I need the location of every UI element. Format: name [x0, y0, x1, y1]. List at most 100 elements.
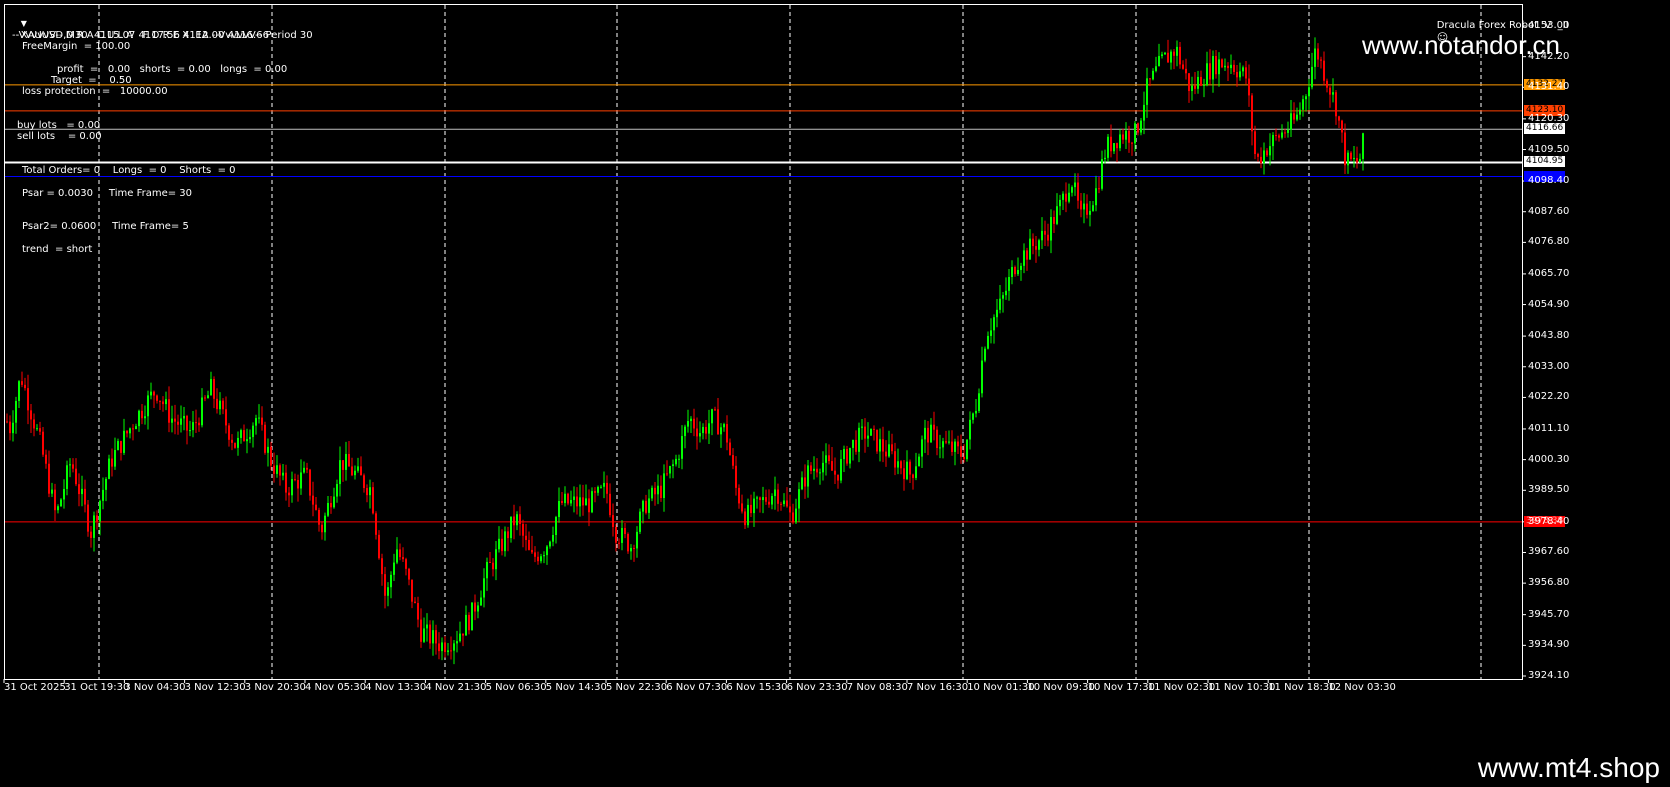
candle-body [882, 439, 884, 452]
candle-body [1122, 134, 1124, 140]
candle-body [315, 504, 317, 510]
candle-body [1212, 56, 1214, 80]
price-tick-label: 4131.40 [1528, 81, 1570, 93]
candle-body [165, 399, 167, 405]
candle-body [207, 395, 209, 399]
candle-body [816, 468, 818, 473]
candle-body [192, 422, 194, 431]
candle-body [1152, 70, 1154, 80]
candle-body [501, 538, 503, 552]
candle-body [864, 426, 866, 439]
candle-body [900, 461, 902, 469]
candle-body [1140, 120, 1142, 133]
candle-body [1173, 51, 1175, 56]
candle-body [1074, 182, 1076, 188]
candle-body [1164, 52, 1166, 55]
candle-body [786, 500, 788, 507]
candle-body [603, 482, 605, 487]
candle-body [996, 309, 998, 318]
price-tick-label: 4011.10 [1528, 422, 1570, 434]
candle-body [1179, 46, 1181, 65]
candle-body [234, 442, 236, 448]
candle-body [435, 630, 437, 644]
candle-body [1104, 157, 1106, 160]
candle-body [93, 515, 95, 538]
candle-body [1341, 120, 1343, 133]
time-label: 10 Nov 17:30 [1087, 682, 1156, 693]
candle-body [411, 579, 413, 602]
candle-body [216, 398, 218, 410]
candle-body [849, 447, 851, 464]
candle-body [1083, 203, 1085, 210]
candle-body [129, 428, 131, 434]
candle-body [462, 633, 464, 636]
time-label: 4 Nov 21:30 [425, 682, 487, 693]
candle-body [1089, 210, 1091, 215]
candle-body [150, 391, 152, 396]
candle-body [987, 335, 989, 349]
candle-body [543, 555, 545, 557]
candle-body [1134, 123, 1136, 144]
candle-body [267, 446, 269, 453]
candle-body [468, 614, 470, 631]
candle-body [105, 478, 107, 490]
candle-body [714, 409, 716, 411]
price-tick-label: 3945.70 [1528, 608, 1570, 620]
candle-body [15, 400, 17, 423]
time-label: 5 Nov 06:30 [485, 682, 547, 693]
candle-body [1305, 96, 1307, 100]
candle-body [576, 496, 578, 507]
candle-body [285, 472, 287, 493]
candle-body [72, 464, 74, 469]
candle-body [423, 628, 425, 642]
candle-body [726, 424, 728, 443]
chart-area[interactable]: ▼ XAUUSD,M30 4115.07 4117.56 4112.00 411… [0, 0, 1670, 748]
candle-body [798, 489, 800, 509]
candle-body [555, 517, 557, 535]
candle-body [399, 549, 401, 558]
candle-body [1035, 246, 1037, 250]
candle-body [327, 502, 329, 516]
dropdown-triangle-icon[interactable]: ▼ [21, 19, 27, 28]
candle-body [33, 419, 35, 429]
candle-body [351, 466, 353, 476]
candle-body [126, 430, 128, 434]
candle-body [75, 468, 77, 485]
candle-body [573, 496, 575, 500]
candle-body [318, 509, 320, 525]
candle-body [1224, 65, 1226, 68]
candle-body [756, 497, 758, 499]
candle-body [828, 455, 830, 462]
candle-body [42, 431, 44, 455]
candle-body [921, 439, 923, 457]
candle-body [705, 426, 707, 434]
candle-body [732, 455, 734, 466]
candle-body [594, 491, 596, 493]
price-plot[interactable] [0, 0, 1670, 748]
candle-body [1248, 78, 1250, 96]
candle-body [87, 504, 89, 532]
candle-body [1041, 230, 1043, 241]
candle-body [759, 497, 761, 501]
candle-body [480, 597, 482, 606]
candle-body [741, 503, 743, 512]
candle-body [18, 381, 20, 401]
candle-body [486, 561, 488, 579]
candle-body [1029, 238, 1031, 260]
candle-body [27, 388, 29, 411]
candle-body [495, 549, 497, 570]
candle-body [675, 458, 677, 465]
candle-body [1281, 132, 1283, 138]
price-tick-label: 4043.80 [1528, 330, 1570, 342]
candle-body [1347, 152, 1349, 166]
candle-body [1020, 265, 1022, 270]
price-tick-label: 4109.50 [1528, 143, 1570, 155]
candle-body [801, 477, 803, 490]
candle-body [813, 468, 815, 471]
candle-body [504, 531, 506, 552]
candle-body [417, 603, 419, 620]
candle-body [768, 501, 770, 505]
candle-body [1167, 52, 1169, 63]
candle-body [432, 630, 434, 644]
candle-body [288, 492, 290, 496]
